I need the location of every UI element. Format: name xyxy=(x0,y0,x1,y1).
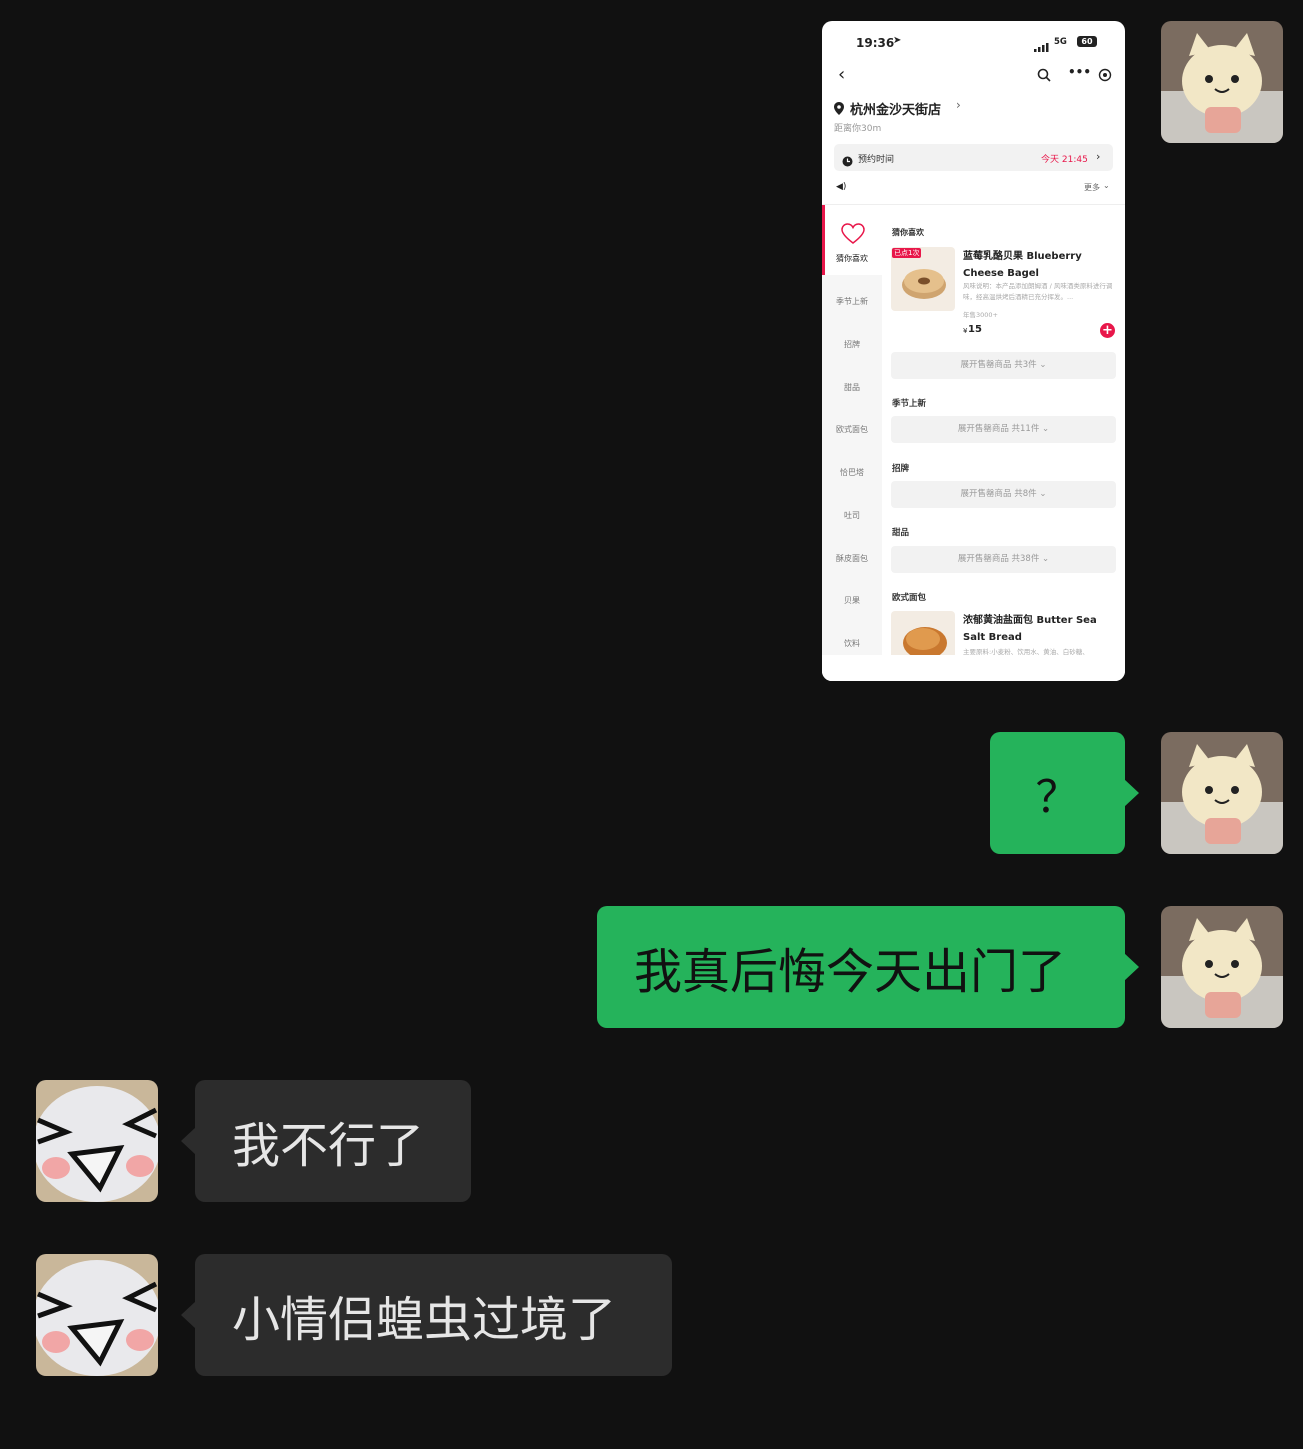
chevron-right-icon: › xyxy=(956,98,961,112)
reserve-value: 今天 21:45 xyxy=(1041,155,1088,165)
avatar[interactable] xyxy=(36,1080,158,1202)
bottom-white-strip xyxy=(822,655,1125,681)
section-title-guess: 猜你喜欢 xyxy=(892,228,924,237)
back-icon[interactable]: ‹ xyxy=(838,64,845,85)
expand-soldout-dessert[interactable]: 展开售罄商品 共38件 ⌄ xyxy=(891,546,1116,573)
message-text: 我不行了 xyxy=(232,1118,425,1174)
product-name-bagel[interactable]: 蓝莓乳酪贝果 Blueberry Cheese Bagel xyxy=(963,248,1113,282)
location-pin-icon xyxy=(834,100,844,119)
sidebar-item-season[interactable]: 季节上新 xyxy=(822,296,882,307)
category-sidebar: 猜你喜欢 季节上新 招牌 甜品 欧式面包 恰巴塔 吐司 酥皮面包 贝果 饮料 xyxy=(822,205,882,681)
reserve-label: 预约时间 xyxy=(858,155,895,165)
cat-plush-avatar-image xyxy=(1161,906,1283,1028)
watermark-smudge xyxy=(530,1398,780,1438)
message-bubble-received[interactable]: 我不行了 xyxy=(181,1080,471,1202)
sidebar-item-toast[interactable]: 吐司 xyxy=(822,510,882,521)
cat-plush-avatar-image xyxy=(1161,732,1283,854)
product-price-bagel: 15 xyxy=(968,324,982,335)
location-arrow-icon: ➤ xyxy=(893,35,902,46)
heart-icon xyxy=(841,223,865,249)
avatar[interactable] xyxy=(36,1254,158,1376)
expand-label: 展开售罄商品 共3件 xyxy=(960,360,1037,370)
clock-icon xyxy=(842,152,853,171)
search-icon[interactable] xyxy=(1037,67,1051,86)
reserve-bar[interactable]: 预约时间 今天 21:45 › xyxy=(834,144,1113,171)
status-battery: 60 xyxy=(1081,37,1093,46)
product-desc-bagel: 风味说明：本产品添加朗姆酒 / 风味酒类原料进行调味，经高温烘烤后酒精已充分挥发… xyxy=(963,282,1113,301)
expand-label: 展开售罄商品 共11件 xyxy=(957,424,1040,434)
chevron-right-icon: › xyxy=(1096,150,1101,163)
shared-screenshot[interactable]: 19:36 ➤ 5G 60 ‹ ••• 杭州金沙天街店 › 距离你30m 预约时… xyxy=(822,21,1125,681)
chevron-down-icon: ⌄ xyxy=(1103,181,1110,190)
signal-icon xyxy=(1034,37,1050,52)
more-dots-icon[interactable]: ••• xyxy=(1068,65,1091,79)
store-name[interactable]: 杭州金沙天街店 xyxy=(850,99,941,118)
avatar[interactable] xyxy=(1161,21,1283,143)
sidebar-item-drinks[interactable]: 饮料 xyxy=(822,638,882,649)
status-time: 19:36 xyxy=(856,36,895,50)
expand-soldout-signature[interactable]: 展开售罄商品 共8件 ⌄ xyxy=(891,481,1116,508)
sidebar-item-pastry[interactable]: 酥皮面包 xyxy=(822,553,882,564)
expand-soldout-guess[interactable]: 展开售罄商品 共3件 ⌄ xyxy=(891,352,1116,379)
product-name-salt-bread[interactable]: 浓郁黄油盐面包 Butter Sea Salt Bread xyxy=(963,612,1113,646)
ordered-badge: 已点1次 xyxy=(892,248,922,258)
sidebar-item-dessert[interactable]: 甜品 xyxy=(822,382,882,393)
battery-icon: 60 xyxy=(1077,36,1097,47)
section-title-euro-bread: 欧式面包 xyxy=(892,593,927,603)
expand-label: 展开售罄商品 共8件 xyxy=(960,489,1037,499)
section-title-signature: 招牌 xyxy=(892,464,910,474)
section-title-dessert: 甜品 xyxy=(892,528,910,538)
price-currency: ¥ xyxy=(963,327,968,335)
cat-plush-avatar-image xyxy=(1161,21,1283,143)
message-bubble-received[interactable]: 小情侣蝗虫过境了 xyxy=(181,1254,672,1376)
add-to-cart-button[interactable]: + xyxy=(1100,323,1115,338)
message-text: 我真后悔今天出门了 xyxy=(634,944,1067,1000)
sidebar-item-euro-bread[interactable]: 欧式面包 xyxy=(822,424,882,435)
expand-soldout-season[interactable]: 展开售罄商品 共11件 ⌄ xyxy=(891,416,1116,443)
product-image-salt-bread[interactable] xyxy=(891,611,955,655)
sidebar-item-ciabatta[interactable]: 恰巴塔 xyxy=(822,467,882,478)
message-bubble-sent[interactable]: ？ xyxy=(990,732,1139,854)
status-network: 5G xyxy=(1054,37,1067,47)
speaker-icon: ◀) xyxy=(836,182,847,192)
sidebar-item-signature[interactable]: 招牌 xyxy=(822,339,882,350)
message-bubble-sent[interactable]: 我真后悔今天出门了 xyxy=(597,906,1139,1028)
target-icon[interactable] xyxy=(1098,67,1112,86)
sidebar-item-bagel[interactable]: 贝果 xyxy=(822,595,882,606)
expand-label: 展开售罄商品 共38件 xyxy=(957,554,1040,564)
avatar[interactable] xyxy=(1161,906,1283,1028)
more-label[interactable]: 更多 xyxy=(1084,182,1100,193)
laughing-face-avatar-image xyxy=(36,1254,158,1376)
store-distance: 距离你30m xyxy=(834,124,882,134)
sidebar-item-guess[interactable]: 猜你喜欢 xyxy=(822,253,882,264)
message-text: ？ xyxy=(1035,772,1080,823)
laughing-face-avatar-image xyxy=(36,1080,158,1202)
avatar[interactable] xyxy=(1161,732,1283,854)
product-sales-bagel: 年售3000+ xyxy=(963,311,998,319)
section-title-season: 季节上新 xyxy=(892,399,927,409)
message-text: 小情侣蝗虫过境了 xyxy=(232,1292,617,1348)
